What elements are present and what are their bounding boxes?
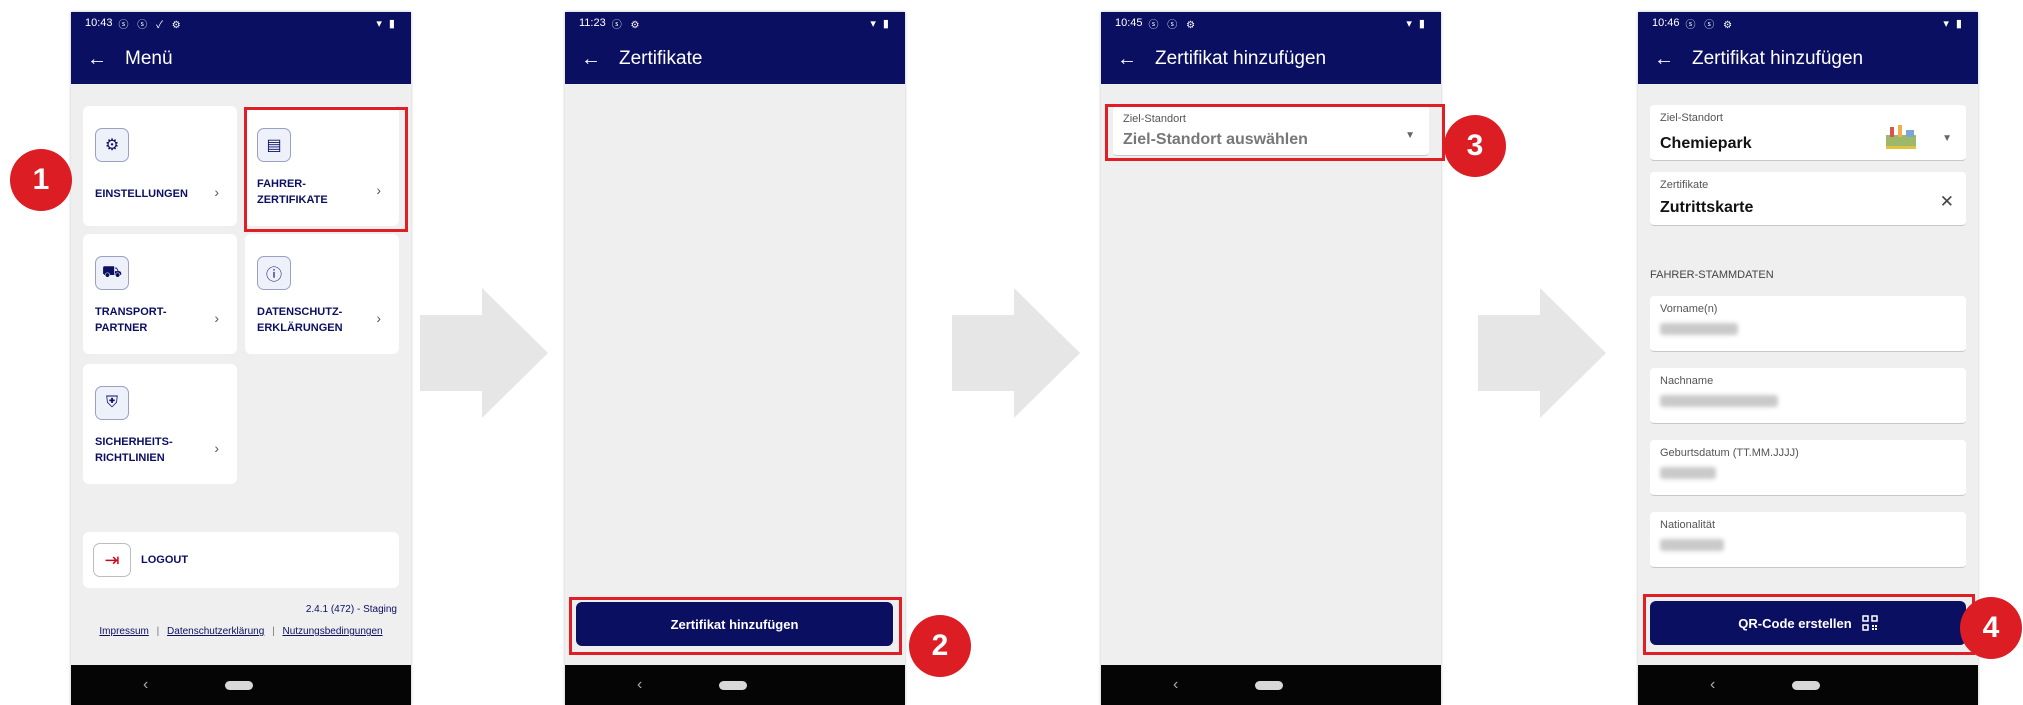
tutorial-stage: 10:43 ⓢ ⓢ ✓ ⚙ ▾ ▮ ← Menü ⚙ EINSTELLUNGEN… — [0, 0, 2023, 705]
status-time: 10:43 — [85, 17, 113, 29]
tile-label: SICHERHEITS- RICHTLINIEN — [95, 436, 173, 464]
datenschutz-link[interactable]: Datenschutzerklärung — [167, 626, 264, 637]
shield-icon: ⛨ — [95, 386, 129, 420]
impressum-link[interactable]: Impressum — [99, 626, 148, 637]
arrow-left-icon[interactable]: ← — [1654, 48, 1692, 71]
factory-icon — [1884, 121, 1918, 156]
birthdate-field[interactable]: Geburtsdatum (TT.MM.JJJJ) — [1650, 440, 1966, 496]
field-label: Geburtsdatum (TT.MM.JJJJ) — [1660, 447, 1799, 459]
status-bar: 11:23 ⓢ ⚙ ▾ ▮ — [565, 12, 905, 34]
wifi-battery-icon: ▾ ▮ — [376, 17, 397, 30]
certificate-select[interactable]: Zertifikate Zutrittskarte ✕ — [1650, 172, 1966, 226]
nav-back-icon[interactable]: ‹ — [1173, 676, 1178, 694]
arrow-left-icon[interactable]: ← — [87, 48, 125, 71]
status-time: 10:45 — [1115, 17, 1143, 29]
redacted-value — [1660, 323, 1738, 335]
redacted-value — [1660, 539, 1724, 551]
section-heading: FAHRER-STAMMDATEN — [1650, 269, 1774, 281]
app-bar: ← Zertifikat hinzufügen — [1101, 34, 1441, 84]
field-label: Ziel-Standort — [1660, 112, 1723, 124]
step-badge-4: 4 — [1960, 597, 2022, 659]
footer-links: Impressum | Datenschutzerklärung | Nutzu… — [71, 626, 411, 637]
nav-back-icon[interactable]: ‹ — [637, 676, 642, 694]
logout-icon: ⇥ — [93, 543, 131, 577]
status-time: 11:23 — [579, 17, 606, 29]
chevron-right-icon: › — [214, 184, 219, 200]
status-bar: 10:43 ⓢ ⓢ ✓ ⚙ ▾ ▮ — [71, 12, 411, 34]
step-badge-2: 2 — [909, 615, 971, 677]
step-badge-3: 3 — [1444, 115, 1506, 177]
nav-back-icon[interactable]: ‹ — [1710, 676, 1715, 694]
status-icons: ⓢ ⚙ — [611, 19, 643, 31]
target-site-select[interactable]: Ziel-Standort Chemiepark ▼ — [1650, 105, 1966, 161]
chevron-right-icon: › — [214, 310, 219, 326]
page-title: Menü — [125, 48, 173, 69]
chevron-right-icon: › — [214, 440, 219, 456]
highlight-qr-code — [1643, 594, 1975, 655]
page-title: Zertifikat hinzufügen — [1155, 48, 1327, 69]
tile-datenschutz[interactable]: ⓘ DATENSCHUTZ- ERKLÄRUNGEN › — [245, 234, 399, 354]
status-icons: ⓢ ⓢ ✓ ⚙ — [118, 19, 184, 31]
app-bar: ← Zertifikat hinzufügen — [1638, 34, 1978, 84]
nav-back-icon[interactable]: ‹ — [143, 676, 148, 694]
field-label: Nationalität — [1660, 519, 1716, 531]
clear-icon[interactable]: ✕ — [1940, 192, 1954, 212]
link-separator: | — [272, 626, 275, 637]
system-nav-bar: ‹ — [565, 665, 905, 705]
page-title: Zertifikat hinzufügen — [1692, 48, 1864, 69]
page-title: Zertifikate — [619, 48, 703, 69]
status-bar: 10:46 ⓢ ⓢ ⚙ ▾ ▮ — [1638, 12, 1978, 34]
status-icons: ⓢ ⓢ ⚙ — [1148, 19, 1199, 31]
field-label: Zertifikate — [1660, 179, 1709, 191]
shield-info-icon: ⓘ — [257, 256, 291, 290]
redacted-value — [1660, 395, 1778, 407]
truck-icon: ⛟ — [95, 256, 129, 290]
tile-label: EINSTELLUNGEN — [95, 188, 188, 200]
highlight-target-site — [1105, 104, 1445, 161]
tile-einstellungen[interactable]: ⚙ EINSTELLUNGEN › — [83, 106, 237, 226]
highlight-add-certificate — [569, 597, 902, 655]
status-icons: ⓢ ⓢ ⚙ — [1685, 19, 1736, 31]
wifi-battery-icon: ▾ ▮ — [870, 17, 891, 30]
field-label: Vorname(n) — [1660, 303, 1718, 315]
gear-icon: ⚙ — [95, 128, 129, 162]
system-nav-bar: ‹ — [1638, 665, 1978, 705]
logout-label: LOGOUT — [141, 554, 189, 566]
app-bar: ← Menü — [71, 34, 411, 84]
nutzungsbedingungen-link[interactable]: Nutzungsbedingungen — [282, 626, 382, 637]
field-label: Nachname — [1660, 375, 1714, 387]
logout-button[interactable]: ⇥ LOGOUT — [83, 532, 399, 588]
status-bar: 10:45 ⓢ ⓢ ⚙ ▾ ▮ — [1101, 12, 1441, 34]
step-badge-1: 1 — [10, 149, 72, 211]
redacted-value — [1660, 467, 1716, 479]
last-name-field[interactable]: Nachname — [1650, 368, 1966, 424]
system-nav-bar: ‹ — [71, 665, 411, 705]
tile-label: DATENSCHUTZ- ERKLÄRUNGEN — [257, 306, 343, 334]
first-name-field[interactable]: Vorname(n) — [1650, 296, 1966, 352]
nav-home-pill[interactable] — [1792, 680, 1820, 690]
highlight-fahrer-zertifikate — [244, 107, 408, 232]
chevron-right-icon: › — [376, 310, 381, 326]
wifi-battery-icon: ▾ ▮ — [1406, 17, 1427, 30]
system-nav-bar: ‹ — [1101, 665, 1441, 705]
arrow-left-icon[interactable]: ← — [1117, 48, 1155, 71]
wifi-battery-icon: ▾ ▮ — [1943, 17, 1964, 30]
arrow-left-icon[interactable]: ← — [581, 48, 619, 71]
nav-home-pill[interactable] — [1255, 680, 1283, 690]
dropdown-caret-icon: ▼ — [1942, 133, 1952, 144]
tile-sicherheitsrichtlinien[interactable]: ⛨ SICHERHEITS- RICHTLINIEN › — [83, 364, 237, 484]
nav-home-pill[interactable] — [225, 680, 253, 690]
status-time: 10:46 — [1652, 17, 1680, 29]
version-text: 2.4.1 (472) - Staging — [305, 604, 397, 615]
tile-transport-partner[interactable]: ⛟ TRANSPORT- PARTNER › — [83, 234, 237, 354]
field-value: Zutrittskarte — [1660, 199, 1754, 216]
tile-label: TRANSPORT- PARTNER — [95, 306, 167, 334]
nav-home-pill[interactable] — [719, 680, 747, 690]
field-value: Chemiepark — [1660, 135, 1752, 152]
link-separator: | — [156, 626, 160, 637]
app-bar: ← Zertifikate — [565, 34, 905, 84]
nationality-field[interactable]: Nationalität — [1650, 512, 1966, 568]
